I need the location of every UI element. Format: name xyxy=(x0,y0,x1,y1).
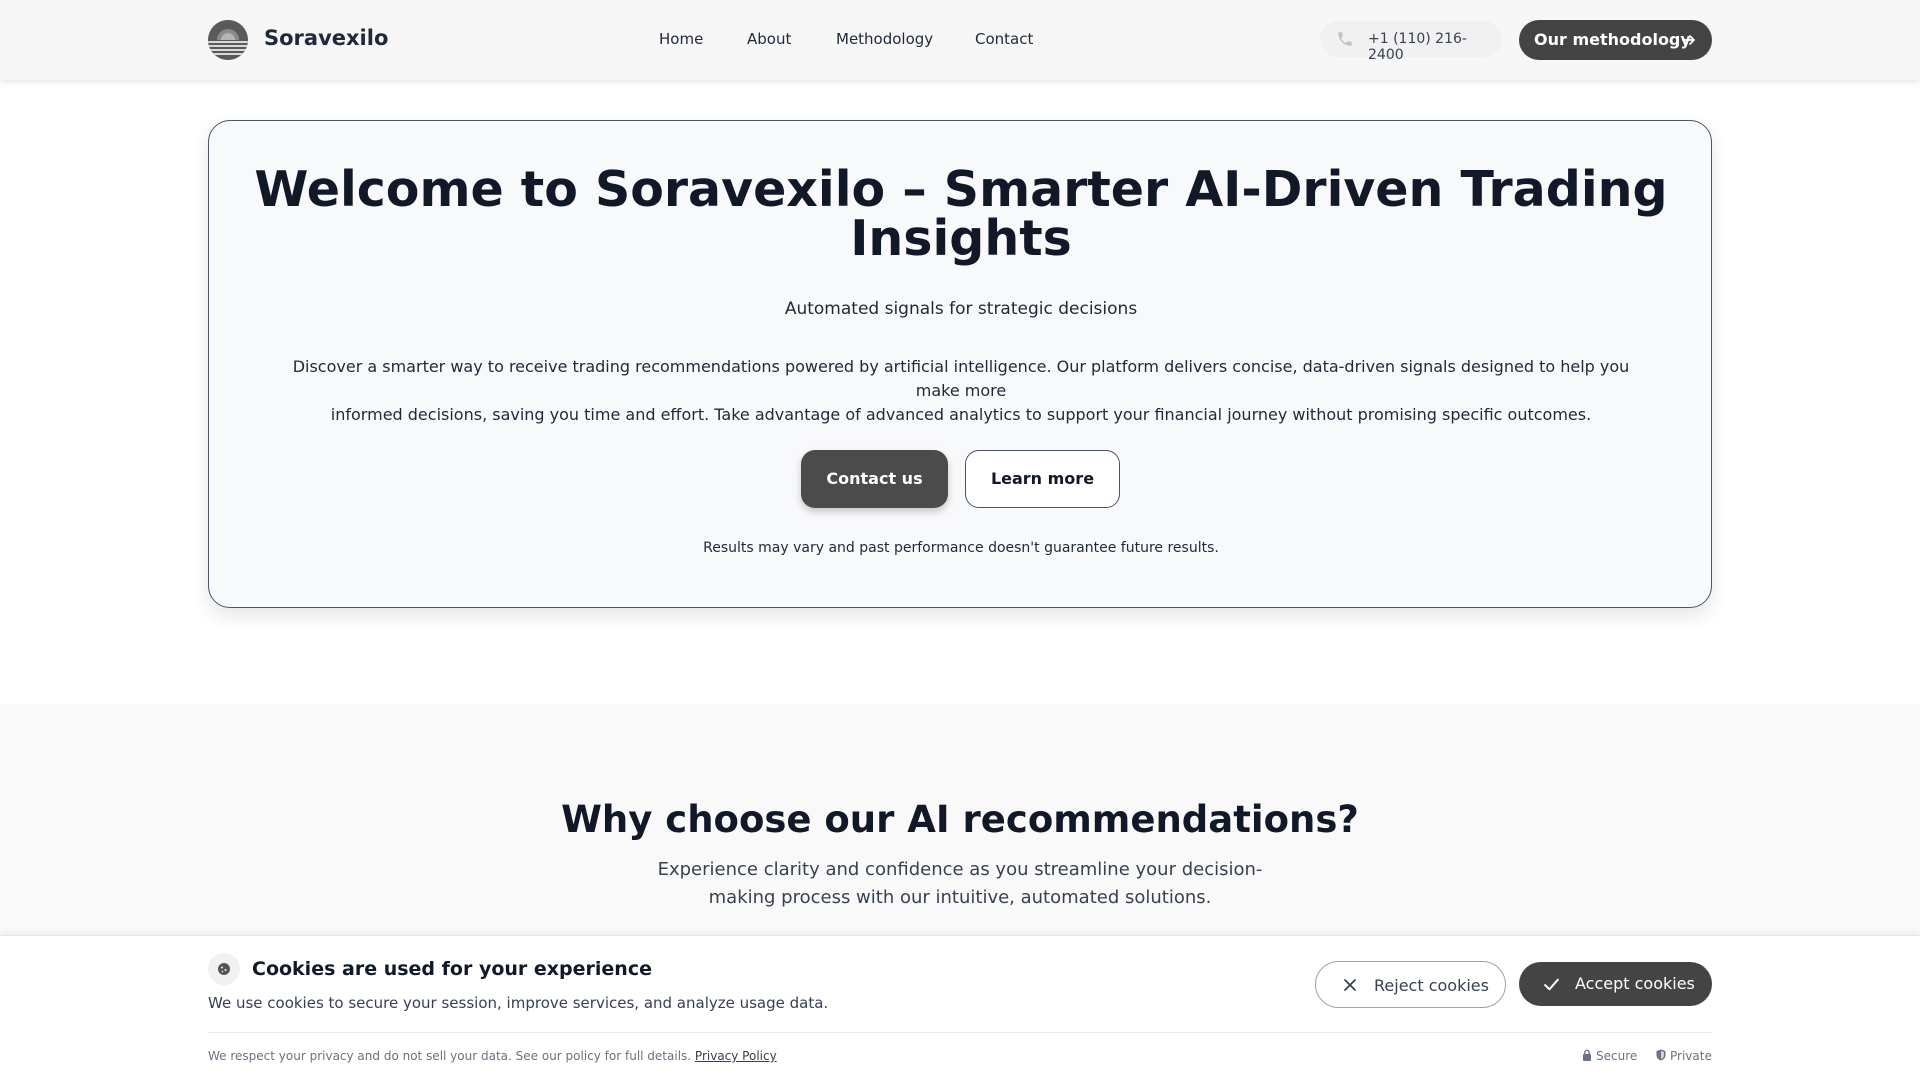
hero-description: Discover a smarter way to receive tradin… xyxy=(269,355,1653,427)
hero-description-line-2: informed decisions, saving you time and … xyxy=(330,405,1592,424)
our-methodology-label: Our methodology xyxy=(1534,30,1691,49)
why-subtitle: Experience clarity and confidence as you… xyxy=(657,859,1263,908)
site-header: Soravexilo Home About Methodology Contac… xyxy=(0,0,1920,80)
hero-title-line-2: Insights xyxy=(850,210,1072,267)
brand-name[interactable]: Soravexilo xyxy=(264,26,388,50)
phone-icon xyxy=(1338,32,1352,46)
our-methodology-button[interactable]: Our methodology xyxy=(1519,20,1712,60)
phone-number: +1 (110) 216-2400 xyxy=(1368,31,1467,63)
hero-title-line-1: Welcome to Soravexilo – Smarter AI-Drive… xyxy=(254,161,1668,218)
private-badge: Private xyxy=(1656,1049,1712,1063)
cookie-banner: Cookies are used for your experience We … xyxy=(0,935,1920,1080)
sunset-logo-icon[interactable] xyxy=(208,20,248,60)
nav-item-methodology[interactable]: Methodology xyxy=(836,30,933,48)
arrow-right-icon xyxy=(1682,35,1695,45)
nav-item-contact[interactable]: Contact xyxy=(975,30,1033,48)
reject-cookies-label: Reject cookies xyxy=(1374,976,1489,995)
accept-cookies-button[interactable]: Accept cookies xyxy=(1519,962,1712,1006)
nav-item-home[interactable]: Home xyxy=(659,30,703,48)
cookie-divider xyxy=(208,1032,1712,1033)
shield-icon xyxy=(1656,1049,1666,1061)
nav-item-about[interactable]: About xyxy=(747,30,791,48)
secure-label: Secure xyxy=(1596,1049,1638,1063)
contact-us-button[interactable]: Contact us xyxy=(801,450,948,508)
learn-more-button[interactable]: Learn more xyxy=(965,450,1120,508)
private-label: Private xyxy=(1670,1049,1712,1063)
privacy-policy-link[interactable]: Privacy Policy xyxy=(695,1049,777,1063)
hero-subtitle: Automated signals for strategic decision… xyxy=(784,299,1138,319)
close-icon xyxy=(1344,979,1356,991)
disclaimer-note: Results may vary and past performance do… xyxy=(703,540,1219,556)
cookie-text: We use cookies to secure your session, i… xyxy=(208,994,829,1012)
accept-cookies-label: Accept cookies xyxy=(1575,974,1695,993)
privacy-text: We respect your privacy and do not sell … xyxy=(208,1049,692,1063)
check-icon xyxy=(1544,978,1559,991)
lock-icon xyxy=(1583,1049,1591,1061)
hero-card: Welcome to Soravexilo – Smarter AI-Drive… xyxy=(208,120,1712,608)
reject-cookies-button[interactable]: Reject cookies xyxy=(1315,961,1506,1008)
hero-description-line-1: Discover a smarter way to receive tradin… xyxy=(292,357,1630,400)
hero-title: Welcome to Soravexilo – Smarter AI-Drive… xyxy=(209,165,1713,263)
secure-badge: Secure xyxy=(1582,1049,1637,1063)
privacy-statement: We respect your privacy and do not sell … xyxy=(208,1049,777,1063)
why-title: Why choose our AI recommendations? xyxy=(561,798,1359,841)
phone-link[interactable]: +1 (110) 216-2400 xyxy=(1320,21,1502,63)
cookie-icon xyxy=(208,953,240,985)
cookie-title: Cookies are used for your experience xyxy=(252,958,652,980)
